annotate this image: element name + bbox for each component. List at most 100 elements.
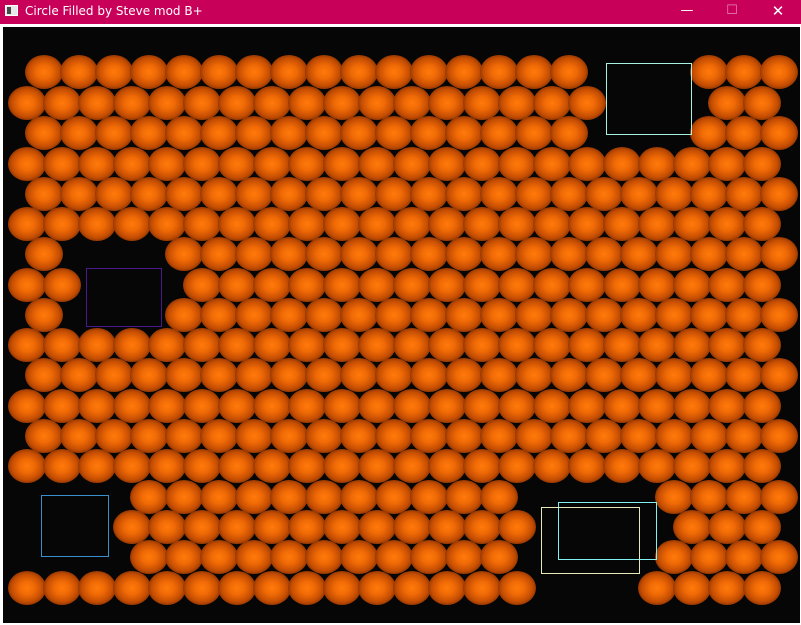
glow-circle [743,389,781,423]
close-button[interactable]: ✕ [755,0,801,24]
glow-circle [690,358,728,392]
glow-circle [200,480,238,514]
glow-circle [725,540,763,574]
glow-circle [78,147,116,181]
glow-circle [655,540,693,574]
glow-circle [183,328,221,362]
glow-circle [43,389,81,423]
glow-circle [235,419,273,453]
glow-circle [358,207,396,241]
glow-circle [743,268,781,302]
glow-circle [445,177,483,211]
glow-circle [78,207,116,241]
glow-circle [148,328,186,362]
glow-circle [393,449,431,483]
glow-circle [183,510,221,544]
glow-circle [760,540,798,574]
glow-circle [358,328,396,362]
glow-circle [673,268,711,302]
glow-circle [760,358,798,392]
glow-circle [165,480,203,514]
glow-circle [515,419,553,453]
glow-circle [393,86,431,120]
glow-circle [375,116,413,150]
glow-circle [428,86,466,120]
glow-circle [375,298,413,332]
glow-circle [393,571,431,605]
glow-circle [620,298,658,332]
glow-circle [288,449,326,483]
glow-circle [305,55,343,89]
glow-circle [253,328,291,362]
glow-circle [673,328,711,362]
minimize-button[interactable]: — [664,0,710,24]
glow-circle [218,510,256,544]
glow-circle [218,328,256,362]
glow-circle [43,268,81,302]
glow-circle [323,449,361,483]
glow-circle [638,147,676,181]
glow-circle [200,298,238,332]
glow-circle [585,237,623,271]
glow-circle [43,147,81,181]
glow-circle [690,480,728,514]
glow-circle [288,571,326,605]
window-title: Circle Filled by Steve mod B+ [25,4,203,18]
glow-circle [305,298,343,332]
glow-circle [323,147,361,181]
glow-circle [603,389,641,423]
glow-circle [690,419,728,453]
glow-circle [410,237,448,271]
glow-circle [410,419,448,453]
glow-circle [148,86,186,120]
glow-circle [183,268,221,302]
glow-circle [200,116,238,150]
glow-circle [218,571,256,605]
title-bar[interactable]: Circle Filled by Steve mod B+ — ☐ ✕ [0,0,801,24]
glow-circle [305,540,343,574]
glow-circle [270,237,308,271]
glow-circle [95,116,133,150]
app-window-icon[interactable] [5,5,18,16]
glow-circle [375,55,413,89]
glow-circle [410,298,448,332]
glow-circle [743,571,781,605]
glow-circle [498,510,536,544]
glow-circle [690,116,728,150]
glow-circle [445,55,483,89]
glow-circle [305,116,343,150]
glow-circle [708,389,746,423]
glow-circle [463,510,501,544]
glow-circle [743,510,781,544]
glow-circle [130,358,168,392]
glow-circle [760,55,798,89]
glow-circle [568,147,606,181]
glow-circle [358,449,396,483]
glow-circle [43,571,81,605]
glow-circle [515,298,553,332]
glow-circle [375,540,413,574]
glow-circle [148,449,186,483]
glow-circle [463,268,501,302]
glow-circle [515,116,553,150]
glow-circle [253,389,291,423]
glow-circle [638,449,676,483]
glow-circle [498,571,536,605]
glow-circle [235,116,273,150]
glow-circle [533,147,571,181]
glow-circle [165,358,203,392]
glow-circle [305,419,343,453]
glow-circle [410,55,448,89]
glow-circle [165,419,203,453]
glow-circle [235,237,273,271]
glow-circle [148,510,186,544]
glow-circle [428,328,466,362]
glow-circle [25,298,63,332]
glow-circle [445,116,483,150]
glow-circle [60,116,98,150]
glow-circle [183,449,221,483]
glow-circle [288,510,326,544]
glow-circle [375,358,413,392]
glow-circle [760,419,798,453]
glow-circle [533,207,571,241]
